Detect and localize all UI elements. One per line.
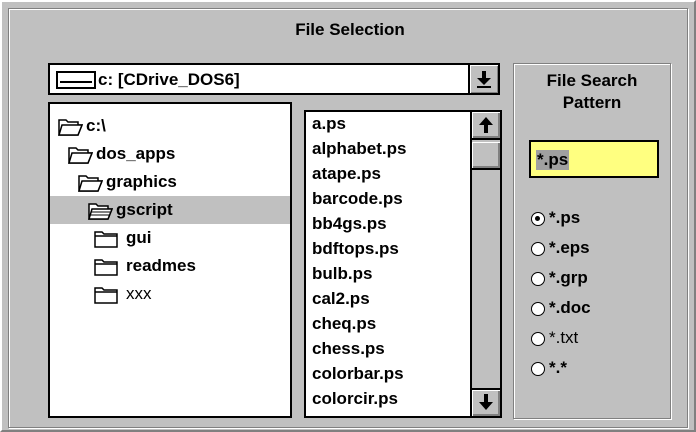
tree-item-label: readmes (126, 256, 196, 275)
scroll-down-arrow-icon (479, 394, 493, 410)
file-list-item[interactable]: chess.ps (312, 339, 385, 359)
search-pattern-input[interactable]: *.ps (529, 140, 659, 178)
file-list-scrollbar[interactable] (470, 112, 500, 416)
open-folder-icon (68, 147, 93, 164)
radio-button-checked[interactable] (531, 212, 545, 226)
file-list[interactable]: a.ps alphabet.ps atape.ps barcode.ps bb4… (304, 110, 502, 418)
tree-item[interactable]: graphics (50, 168, 290, 196)
tree-item-label: c:\ (86, 116, 106, 135)
directory-tree[interactable]: c:\ dos_apps graphics gscript gui readme… (48, 102, 292, 418)
drive-select[interactable]: c: [CDrive_DOS6] (48, 63, 500, 95)
tree-item-label: gui (126, 228, 152, 247)
file-list-item[interactable]: a.ps (312, 114, 346, 134)
pattern-radio-doc[interactable]: *.doc (531, 298, 661, 322)
pattern-radio-grp[interactable]: *.grp (531, 268, 661, 292)
pattern-radio-eps[interactable]: *.eps (531, 238, 661, 262)
tree-item-label: gscript (116, 200, 173, 219)
file-selection-dialog: File Selection c: [CDrive_DOS6] c:\ dos_… (0, 0, 696, 432)
radio-button[interactable] (531, 332, 545, 346)
search-pattern-title-line: File Search (546, 71, 638, 90)
radio-button[interactable] (531, 302, 545, 316)
scroll-up-button[interactable] (472, 112, 500, 140)
drive-dropdown-button[interactable] (468, 65, 498, 93)
radio-label: *.doc (549, 298, 591, 317)
radio-label: *.grp (549, 268, 588, 287)
open-folder-icon (78, 175, 103, 192)
tree-item-selected[interactable]: gscript (50, 196, 290, 224)
file-list-item[interactable]: cal2.ps (312, 289, 370, 309)
drive-icon (56, 71, 96, 89)
scroll-thumb[interactable] (472, 142, 500, 170)
tree-item-label: dos_apps (96, 144, 176, 163)
file-list-item[interactable]: cheq.ps (312, 314, 376, 334)
radio-label: *.txt (549, 328, 579, 347)
tree-item-label: graphics (106, 172, 177, 191)
pattern-radio-ps[interactable]: *.ps (531, 208, 661, 232)
pattern-radio-all[interactable]: *.* (531, 358, 661, 382)
radio-button[interactable] (531, 272, 545, 286)
closed-folder-icon (94, 287, 118, 304)
file-list-item[interactable]: atape.ps (312, 164, 381, 184)
search-pattern-value: *.ps (536, 150, 570, 170)
combo-down-arrow-icon (477, 71, 491, 88)
closed-folder-icon (94, 231, 118, 248)
radio-label: *.* (549, 358, 567, 377)
file-list-item[interactable]: bb4gs.ps (312, 214, 387, 234)
dialog-title: File Selection (295, 20, 405, 39)
tree-item[interactable]: readmes (50, 252, 290, 280)
radio-label: *.eps (549, 238, 590, 257)
file-list-item[interactable]: colorcir.ps (312, 389, 398, 409)
tree-item[interactable]: gui (50, 224, 290, 252)
tree-item[interactable]: xxx (50, 280, 290, 308)
file-list-item[interactable]: colorbar.ps (312, 364, 404, 384)
scroll-up-arrow-icon (479, 117, 493, 133)
closed-folder-icon (94, 259, 118, 276)
search-pattern-title-line: Pattern (562, 93, 622, 112)
radio-button[interactable] (531, 362, 545, 376)
drive-value: c: [CDrive_DOS6] (98, 70, 240, 89)
tree-item-label: xxx (126, 284, 152, 303)
search-pattern-panel: File Search Pattern *.ps *.ps *.eps *.gr… (513, 63, 671, 419)
tree-item[interactable]: c:\ (50, 112, 290, 140)
file-list-item[interactable]: alphabet.ps (312, 139, 406, 159)
file-list-item[interactable]: bulb.ps (312, 264, 372, 284)
open-folder-icon (58, 119, 83, 136)
scroll-down-button[interactable] (472, 388, 500, 416)
file-list-item[interactable]: barcode.ps (312, 189, 403, 209)
search-pattern-title: File Search Pattern (514, 70, 670, 114)
open-folder-icon (88, 203, 113, 220)
pattern-radio-txt[interactable]: *.txt (531, 328, 661, 352)
tree-item[interactable]: dos_apps (50, 140, 290, 168)
radio-button[interactable] (531, 242, 545, 256)
radio-label: *.ps (549, 208, 581, 227)
file-list-item[interactable]: bdftops.ps (312, 239, 399, 259)
